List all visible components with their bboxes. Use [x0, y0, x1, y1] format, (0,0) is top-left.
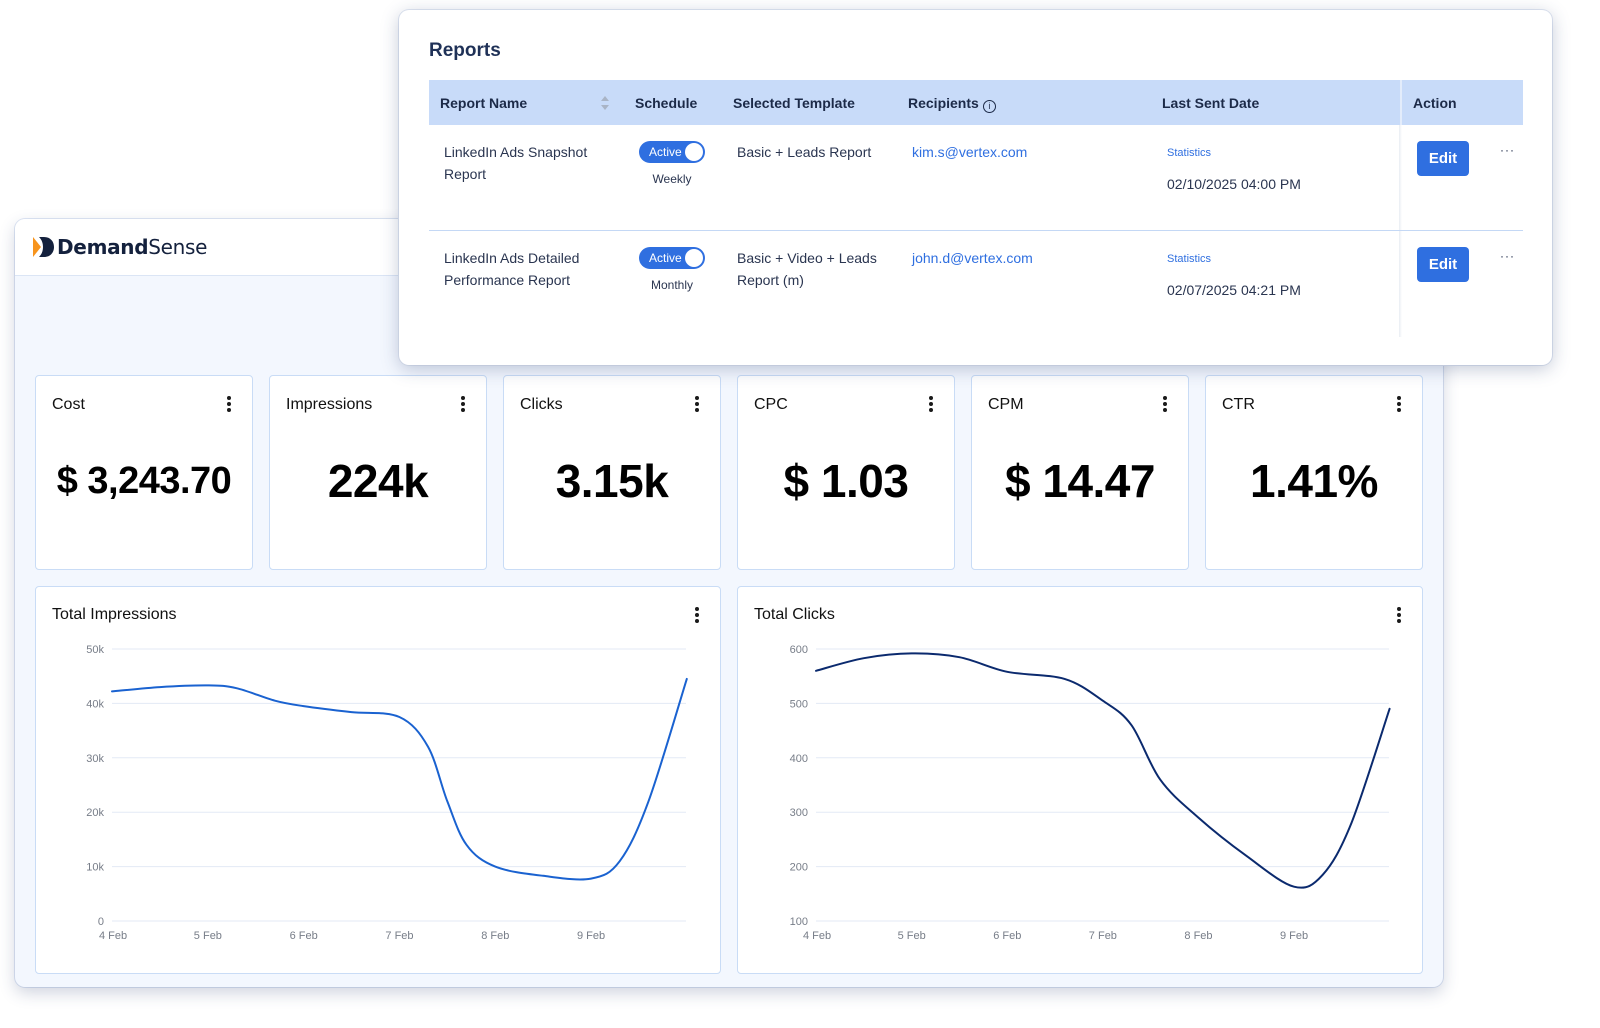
logo-mark-icon: [33, 237, 54, 257]
y-tick-label: 400: [790, 753, 808, 765]
more-options-icon[interactable]: ···: [1500, 249, 1515, 263]
x-tick-label: 9 Feb: [1280, 930, 1308, 942]
sort-icon[interactable]: [600, 95, 610, 111]
clicks-line-chart: 100 200 300 400 500 600 4 Feb 5 Feb 6 Feb 7 Feb 8 …: [790, 644, 1391, 942]
series-line-clicks[interactable]: [815, 652, 1391, 889]
kebab-menu-icon[interactable]: [928, 396, 934, 414]
kpi-card-cpc: CPC $ 1.03: [737, 375, 955, 570]
x-tick-label: 4 Feb: [99, 930, 127, 942]
chart-card-impressions: Total Impressions 0 10k 20k 30k 40k 50k 4 Feb 5…: [35, 586, 721, 974]
kebab-menu-icon[interactable]: [1396, 396, 1402, 414]
y-tick-label: 10k: [86, 862, 104, 874]
x-tick-label: 6 Feb: [993, 930, 1021, 942]
selected-template: Basic + Leads Report: [737, 144, 872, 160]
x-tick-label: 7 Feb: [1089, 930, 1117, 942]
x-tick-label: 5 Feb: [194, 930, 222, 942]
toggle-knob: [685, 143, 703, 161]
y-tick-label: 40k: [86, 698, 104, 710]
column-header-recipients: Recipients i: [908, 95, 996, 113]
schedule-frequency: Weekly: [652, 172, 692, 186]
y-tick-label: 20k: [86, 807, 104, 819]
kpi-title: CTR: [1222, 396, 1255, 413]
toggle-knob: [685, 249, 703, 267]
kebab-menu-icon[interactable]: [460, 396, 466, 414]
statistics-link[interactable]: Statistics: [1167, 147, 1211, 159]
reports-title: Reports: [429, 40, 501, 61]
table-row: LinkedIn Ads Snapshot Report Active Weekl…: [429, 125, 1523, 230]
y-tick-label: 30k: [86, 753, 104, 765]
kpi-value: $ 1.03: [783, 455, 909, 507]
kpi-card-cost: Cost $ 3,243.70: [35, 375, 253, 570]
kpi-value: $ 14.47: [1005, 455, 1155, 507]
kpi-title: Cost: [52, 396, 85, 413]
report-name: LinkedIn Ads Snapshot Report: [444, 144, 588, 182]
kpi-title: CPM: [988, 396, 1024, 413]
report-name: LinkedIn Ads Detailed Performance Report: [444, 250, 580, 288]
chart-card-clicks: Total Clicks 100 200 300 400 500 600 4 Feb 5 Fe…: [737, 586, 1423, 974]
x-tick-label: 9 Feb: [577, 930, 605, 942]
impressions-line-chart: 0 10k 20k 30k 40k 50k 4 Feb 5 Feb 6 Feb 7 Feb 8 Fe…: [86, 644, 688, 942]
y-tick-label: 500: [790, 698, 808, 710]
schedule-frequency: Monthly: [650, 278, 694, 292]
edit-button[interactable]: Edit: [1417, 141, 1469, 176]
last-sent-date: 02/10/2025 04:00 PM: [1167, 176, 1301, 192]
toggle-label: Active: [649, 251, 682, 265]
column-header-template: Selected Template: [733, 95, 855, 111]
kpi-value: $ 3,243.70: [56, 460, 232, 502]
y-tick-label: 300: [790, 807, 808, 819]
recipient-email[interactable]: kim.s@vertex.com: [912, 141, 1027, 163]
kebab-menu-icon[interactable]: [694, 396, 700, 414]
edit-button[interactable]: Edit: [1417, 247, 1469, 282]
column-divider: [1400, 80, 1402, 125]
schedule-toggle[interactable]: Active: [639, 141, 705, 163]
schedule-toggle[interactable]: Active: [639, 247, 705, 269]
kpi-card-cpm: CPM $ 14.47: [971, 375, 1189, 570]
table-row: LinkedIn Ads Detailed Performance Report …: [429, 231, 1523, 336]
kpi-card-clicks: Clicks 3.15k: [503, 375, 721, 570]
kpi-value: 224k: [327, 455, 429, 507]
column-header-schedule: Schedule: [635, 95, 698, 111]
y-tick-label: 50k: [86, 644, 104, 656]
y-tick-label: 600: [790, 644, 808, 656]
column-header-report-name[interactable]: Report Name: [440, 95, 527, 111]
kpi-value: 3.15k: [555, 455, 669, 507]
info-icon[interactable]: i: [982, 100, 996, 113]
kebab-menu-icon[interactable]: [1162, 396, 1168, 414]
kpi-title: CPC: [754, 396, 788, 413]
x-tick-label: 4 Feb: [803, 930, 831, 942]
reports-panel: Reports Report Name Schedule Selected Te…: [399, 10, 1552, 365]
column-header-action: Action: [1413, 95, 1457, 111]
reports-table-header: Report Name Schedule Selected Template R…: [429, 80, 1523, 125]
x-tick-label: 5 Feb: [898, 930, 926, 942]
x-tick-label: 7 Feb: [385, 930, 413, 942]
kpi-card-impressions: Impressions 224k: [269, 375, 487, 570]
toggle-label: Active: [649, 145, 682, 159]
kebab-menu-icon[interactable]: [226, 396, 232, 414]
selected-template: Basic + Video + Leads Report (m): [737, 250, 877, 288]
brand-name: DemandSense: [57, 235, 208, 259]
x-tick-label: 8 Feb: [481, 930, 509, 942]
statistics-link[interactable]: Statistics: [1167, 253, 1211, 265]
kpi-card-ctr: CTR 1.41%: [1205, 375, 1423, 570]
y-tick-label: 100: [790, 916, 808, 928]
kpi-title: Impressions: [286, 396, 373, 413]
brand-logo[interactable]: DemandSense: [33, 235, 207, 259]
more-options-icon[interactable]: ···: [1500, 143, 1515, 157]
y-tick-label: 0: [98, 916, 104, 928]
kpi-value: 1.41%: [1250, 455, 1378, 507]
x-tick-label: 8 Feb: [1184, 930, 1212, 942]
y-tick-label: 200: [790, 862, 808, 874]
series-line-impressions[interactable]: [111, 677, 688, 881]
column-header-last-sent: Last Sent Date: [1162, 95, 1260, 111]
kpi-title: Clicks: [520, 396, 563, 413]
last-sent-date: 02/07/2025 04:21 PM: [1167, 282, 1301, 298]
recipient-email[interactable]: john.d@vertex.com: [912, 247, 1033, 269]
x-tick-label: 6 Feb: [290, 930, 318, 942]
